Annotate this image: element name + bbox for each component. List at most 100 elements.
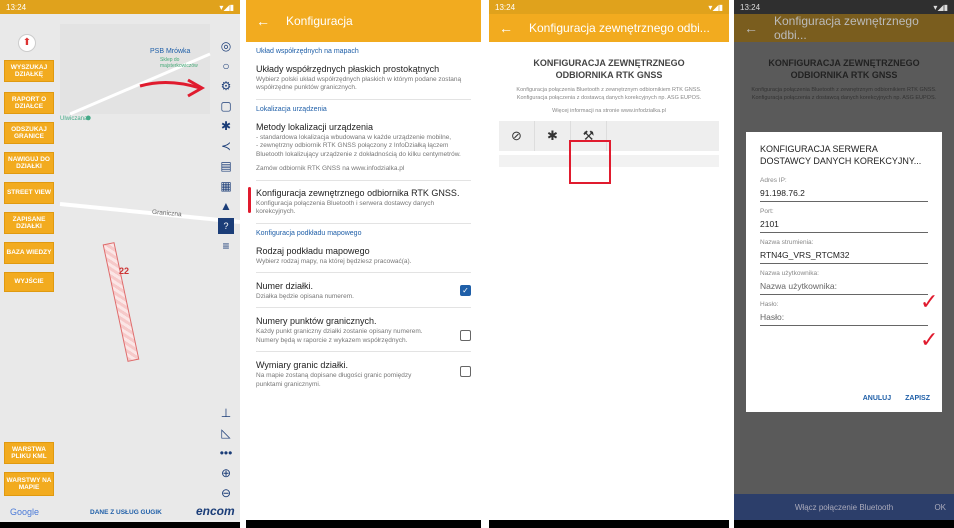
google-logo: Google [10, 507, 40, 517]
app-title: Konfiguracja [286, 14, 353, 28]
section-header: Układ współrzędnych na mapach [256, 48, 359, 55]
share-icon[interactable]: ≺ [218, 138, 234, 154]
status-icons: ▾◢▮ [219, 2, 234, 12]
username-field[interactable]: Nazwa użytkownika: [760, 277, 928, 296]
app-title: Konfiguracja zewnętrznego odbi... [774, 14, 919, 42]
border-points-item[interactable]: Numery punktów granicznych. Każdy punkt g… [246, 308, 481, 351]
square-icon[interactable]: ▢ [218, 98, 234, 114]
status-bar: 13:24 ▾◢▮ [0, 0, 240, 14]
item-subtitle: - standardowa lokalizacja wbudowana w ka… [256, 133, 461, 158]
saved-plots-button[interactable]: ZAPISANE DZIAŁKI [4, 212, 54, 234]
port-field[interactable]: 2101 [760, 215, 928, 234]
save-button[interactable]: ZAPISZ [905, 395, 930, 402]
item-subtitle: Wybierz polski układ współrzędnych płask… [256, 76, 462, 92]
location-method-item[interactable]: Metody lokalizacji urządzenia - standardo… [246, 119, 481, 180]
tab-bluetooth-icon[interactable]: ✱ [535, 120, 571, 151]
app-bar: ← Konfiguracja zewnętrznego odbi... [734, 14, 954, 42]
ip-label: Adres IP: [760, 177, 787, 185]
item-title: Układy współrzędnych płaskich prostokątn… [256, 64, 440, 74]
gugik-link[interactable]: DANE Z USŁUG GUGIK [90, 509, 162, 516]
target-icon[interactable]: ◎ [218, 38, 234, 54]
section-header: Lokalizacja urządzenia [256, 105, 327, 113]
page-description-dimmed: Konfiguracja połączenia Bluetooth z zewn… [751, 87, 937, 101]
kml-layer-button[interactable]: WARSTWA PLIKU KML [4, 442, 54, 464]
ruler-icon[interactable]: ◺ [218, 425, 234, 441]
place-pin-icon: ● [85, 112, 92, 124]
port-label: Port: [760, 208, 774, 216]
item-subtitle: Na mapie zostaną dopisane długości grani… [256, 372, 412, 388]
book-icon[interactable]: ▤ [218, 158, 234, 174]
app-title: Konfiguracja zewnętrznego odbi... [529, 21, 710, 35]
bug-icon[interactable]: ✱ [218, 118, 234, 134]
building-icon[interactable]: ▦ [218, 178, 234, 194]
poi-label[interactable]: PSB Mrówka [150, 48, 190, 55]
item-subtitle: Działka będzie opisana numerem. [256, 292, 354, 300]
settings-screen: ← Konfiguracja Układ współrzędnych na map… [246, 0, 481, 528]
school-icon[interactable]: ▲ [218, 198, 234, 214]
map-layers-button[interactable]: WARSTWY NA MAPIE [4, 472, 54, 496]
checkbox[interactable] [460, 330, 471, 342]
encom-logo: encom [196, 504, 235, 518]
tab-disabled-location-icon[interactable]: ⊘ [499, 120, 535, 151]
section-header: Konfiguracja podkładu mapowego [256, 229, 362, 237]
page-heading-dimmed: KONFIGURACJA ZEWNĘTRZNEGO ODBIORNIKA RTK… [768, 58, 920, 80]
stream-field[interactable]: RTN4G_VRS_RTCM32 [760, 246, 928, 265]
more-icon[interactable]: ••• [218, 445, 234, 461]
find-plot-button[interactable]: WYSZUKAJ DZIAŁKĘ [4, 60, 54, 82]
plot-number-item[interactable]: Numer działki. Działka będzie opisana num… [246, 273, 481, 307]
annotation-check: ✓ [920, 290, 939, 315]
status-bar: 13:24 ▾◢▮ [734, 0, 954, 14]
item-title: Konfiguracja zewnętrznego odbiornika RTK… [256, 187, 460, 198]
nav-bar [489, 520, 729, 528]
back-arrow-icon[interactable]: ← [499, 20, 513, 36]
pin-icon[interactable]: ⊥ [218, 405, 234, 421]
coord-system-item[interactable]: Układy współrzędnych płaskich prostokątn… [246, 61, 481, 99]
server-config-dialog: KONFIGURACJA SERWERA DOSTAWCY DANYCH KOR… [746, 132, 942, 412]
knowledge-base-button[interactable]: BAZA WIEDZY [4, 242, 54, 264]
dialog-title: KONFIGURACJA SERWERA DOSTAWCY DANYCH KOR… [760, 144, 922, 166]
back-arrow-icon[interactable]: ← [256, 13, 270, 29]
bluetooth-label: Włącz połączenie Bluetooth [794, 502, 894, 512]
annotation-arrow [139, 78, 206, 98]
nav-bar [734, 520, 954, 528]
item-title: Rodzaj podkładu mapowego [256, 245, 370, 256]
street-view-button[interactable]: STREET VIEW [4, 182, 54, 204]
app-bar: ← Konfiguracja [246, 0, 481, 42]
checkbox-checked[interactable]: ✓ [460, 284, 471, 296]
item-title: Numer działki. [256, 280, 314, 291]
bluetooth-bar[interactable]: Włącz połączenie Bluetooth OK [734, 494, 954, 520]
menu-icon[interactable]: ≡ [218, 238, 234, 254]
checkbox[interactable] [460, 366, 471, 378]
order-link[interactable]: Zamów odbiornik RTK GNSS na www.infodzia… [256, 165, 471, 173]
page-heading: KONFIGURACJA ZEWNĘTRZNEGO ODBIORNIKA RTK… [533, 58, 685, 80]
navigate-button[interactable]: NAWIGUJ DO DZIAŁKI [4, 152, 54, 174]
annotation-box [569, 140, 611, 184]
password-field[interactable]: Hasło: [760, 308, 928, 327]
annotation-mark [248, 186, 251, 213]
username-label: Nazwa użytkownika: [760, 270, 819, 278]
border-dimensions-item[interactable]: Wymiary granic działki. Na mapie zostaną … [246, 352, 481, 395]
zoom-in-icon[interactable]: ⊕ [218, 465, 234, 481]
cancel-button[interactable]: ANULUJ [863, 395, 891, 402]
zoom-out-icon[interactable]: ⊖ [218, 485, 234, 501]
map-type-item[interactable]: Rodzaj podkładu mapowego Wybierz rodzaj m… [246, 243, 481, 272]
ip-field[interactable]: 91.198.76.2 [760, 184, 928, 203]
plot-number: 22 [119, 266, 130, 276]
rtk-config-item[interactable]: Konfiguracja zewnętrznego odbiornika RTK… [246, 181, 481, 223]
help-icon[interactable]: ? [218, 218, 234, 234]
item-subtitle: Wybierz rodzaj mapy, na której będziesz … [256, 257, 412, 265]
app-bar: ← Konfiguracja zewnętrznego odbi... [489, 14, 729, 42]
more-info-link[interactable]: Więcej informacji na stronie www.infodzi… [501, 108, 717, 115]
compass-icon[interactable]: ⬆ [18, 34, 36, 52]
gps-icon[interactable]: ○ [218, 58, 234, 74]
back-arrow-icon[interactable]: ← [744, 20, 758, 36]
rtk-screen: 13:24 ▾◢▮ ← Konfiguracja zewnętrznego odbi… [489, 0, 729, 528]
status-time: 13:24 [740, 2, 761, 12]
exit-button[interactable]: WYJŚCIE [4, 272, 54, 292]
find-borders-button[interactable]: ODSZUKAJ GRANICE [4, 122, 54, 144]
settings-gear-icon[interactable]: ⚙ [218, 78, 234, 94]
poi-sublabel: Sklep do majsterkowiczów [160, 57, 198, 69]
plot-report-button[interactable]: RAPORT O DZIAŁCE [4, 92, 54, 114]
status-bar: 13:24 ▾◢▮ [489, 0, 729, 14]
ok-button[interactable]: OK [934, 503, 946, 512]
